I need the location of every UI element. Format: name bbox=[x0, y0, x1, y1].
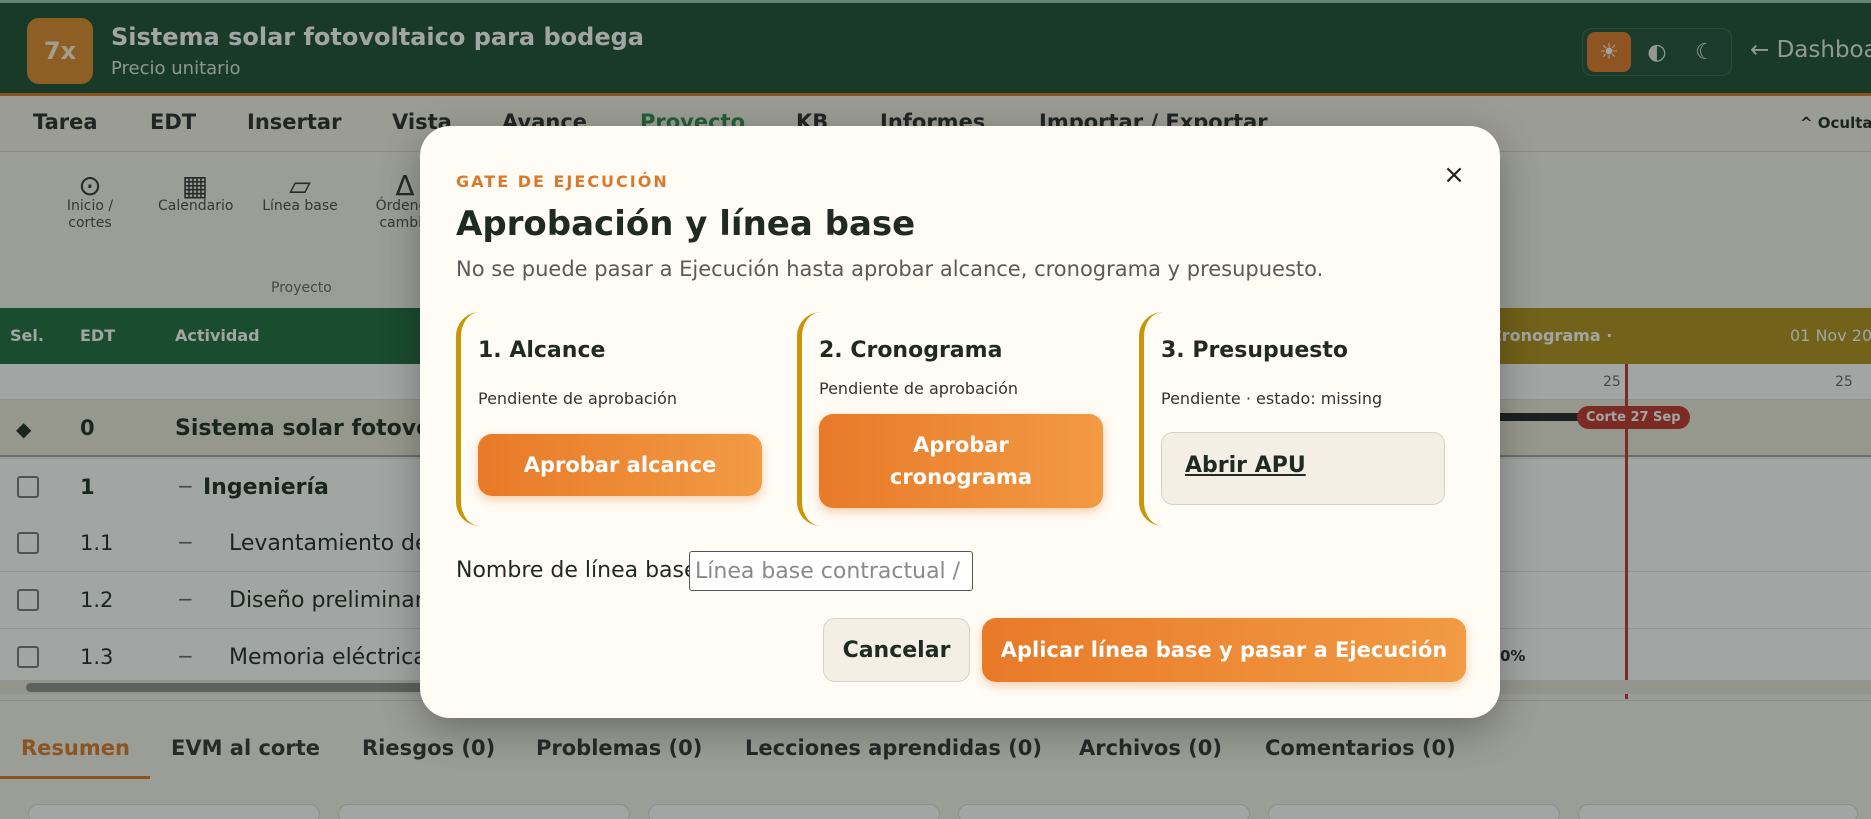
baseline-name-input[interactable] bbox=[689, 551, 973, 591]
step-title: 3. Presupuesto bbox=[1161, 338, 1349, 363]
step-title: 1. Alcance bbox=[478, 338, 606, 363]
apply-baseline-button[interactable]: Aplicar línea base y pasar a Ejecución bbox=[982, 618, 1466, 682]
approve-scope-button[interactable]: Aprobar alcance bbox=[478, 434, 762, 496]
dialog-title: Aprobación y línea base bbox=[456, 204, 916, 244]
approve-schedule-button[interactable]: Aprobar cronograma bbox=[819, 414, 1103, 508]
step-cronograma: 2. Cronograma Pendiente de aprobación Ap… bbox=[797, 312, 1103, 526]
step-status: Pendiente · estado: missing bbox=[1161, 389, 1383, 408]
open-apu-button[interactable]: Abrir APU bbox=[1161, 432, 1445, 505]
execution-gate-dialog: × GATE DE EJECUCIÓN Aprobación y línea b… bbox=[420, 126, 1500, 718]
dialog-description: No se puede pasar a Ejecución hasta apro… bbox=[456, 257, 1324, 281]
step-title: 2. Cronograma bbox=[819, 338, 1003, 363]
close-icon[interactable]: × bbox=[1437, 158, 1471, 192]
step-status: Pendiente de aprobación bbox=[478, 389, 678, 408]
step-presupuesto: 3. Presupuesto Pendiente · estado: missi… bbox=[1139, 312, 1445, 526]
dialog-eyebrow: GATE DE EJECUCIÓN bbox=[456, 172, 669, 191]
cancel-button[interactable]: Cancelar bbox=[823, 618, 970, 682]
step-status: Pendiente de aprobación bbox=[819, 379, 1019, 398]
step-alcance: 1. Alcance Pendiente de aprobación Aprob… bbox=[456, 312, 762, 526]
baseline-name-label: Nombre de línea base bbox=[456, 558, 698, 583]
